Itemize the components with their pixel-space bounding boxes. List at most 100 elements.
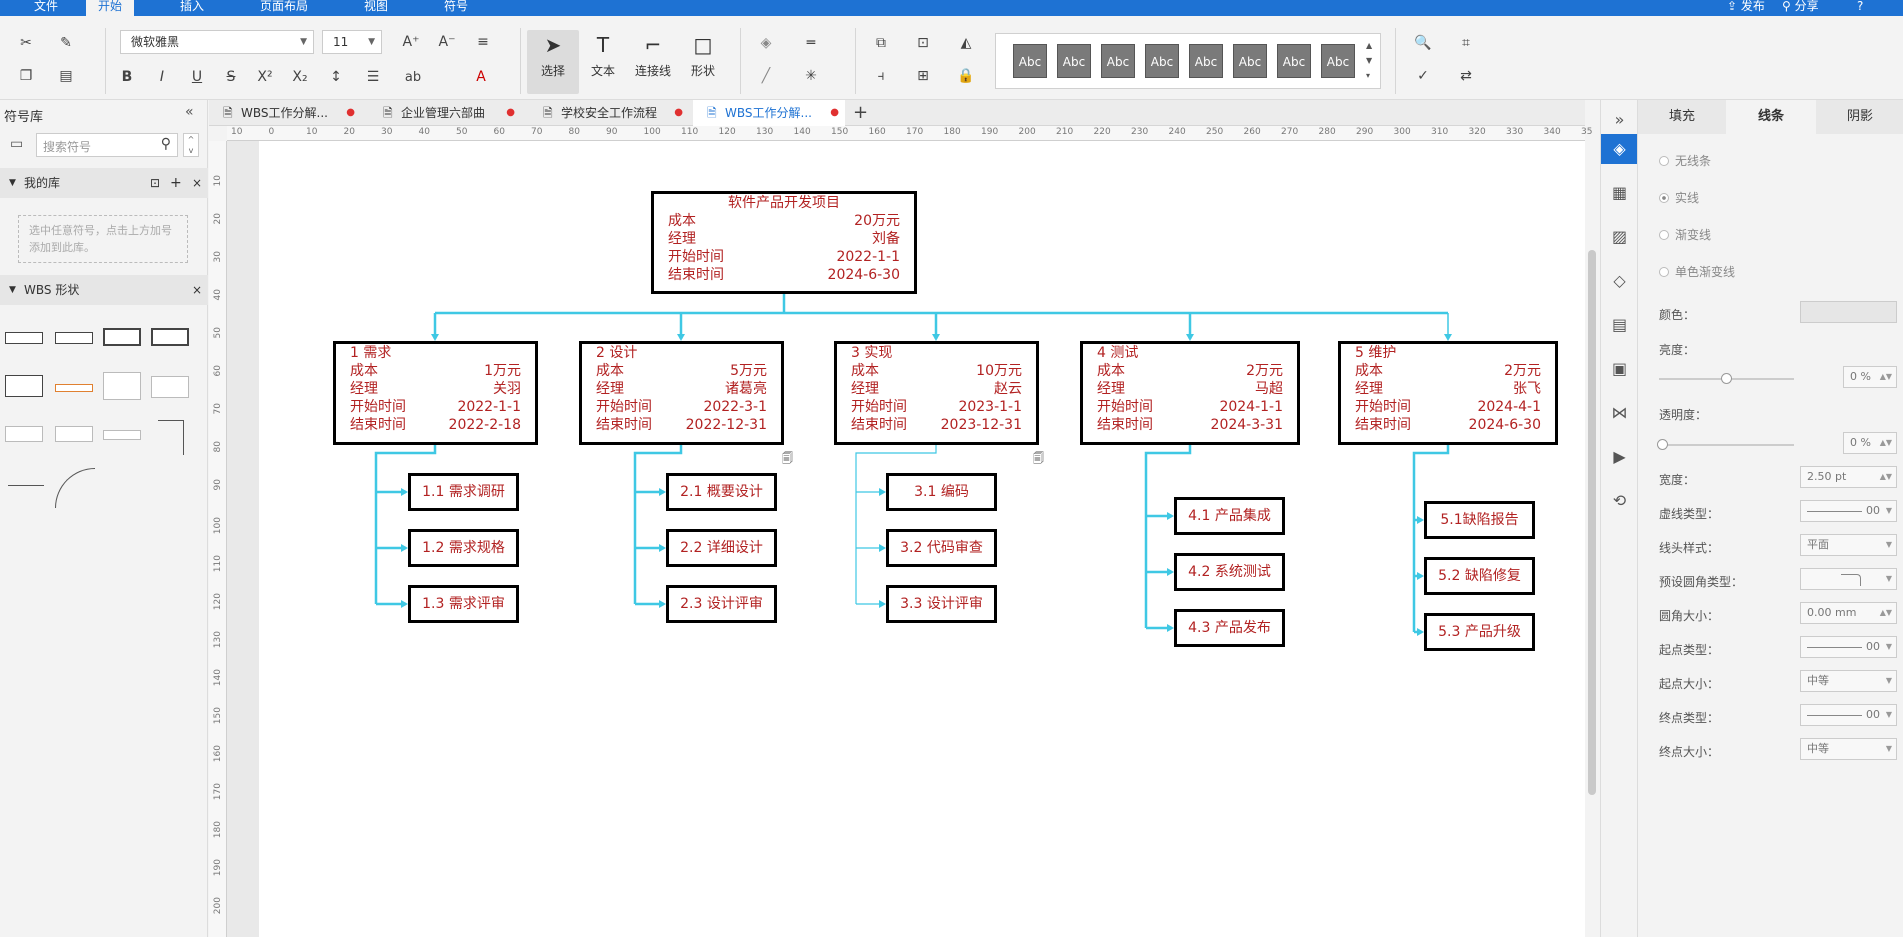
wbs-shape[interactable]	[5, 375, 43, 397]
note-icon[interactable]: 🗐	[1033, 450, 1044, 469]
style-swatch[interactable]: Abc	[1145, 44, 1179, 78]
wbs-task-node[interactable]: 2.3 设计评审	[666, 585, 777, 623]
cap-select[interactable]: 平面 ▼	[1800, 534, 1897, 556]
tab-fill[interactable]: 填充	[1638, 100, 1726, 134]
share-button[interactable]: ⚲ 分享	[1770, 0, 1831, 16]
menu-insert[interactable]: 插入	[168, 0, 216, 16]
wbs-task-node[interactable]: 1.3 需求评审	[408, 585, 519, 623]
line-spacing-icon[interactable]: ↕	[325, 66, 347, 88]
radio-solid-line[interactable]: 实线	[1659, 189, 1699, 206]
menu-home[interactable]: 开始	[86, 0, 135, 16]
my-library-section[interactable]: ▼ 我的库 ⊡ + ×	[0, 168, 208, 198]
connector-shape[interactable]	[158, 420, 184, 455]
font-size-select[interactable]: 11 ▼	[322, 30, 382, 54]
line-color-icon[interactable]: ╱	[755, 65, 777, 87]
tab-wbs-active[interactable]: 🗎 WBS工作分解... ●	[693, 100, 845, 126]
text-case-icon[interactable]: ab	[402, 66, 424, 88]
replace-icon[interactable]: ⇄	[1455, 65, 1477, 87]
add-icon[interactable]: +	[170, 168, 182, 198]
line-style-icon[interactable]: ═	[800, 32, 822, 54]
tab-shadow[interactable]: 阴影	[1816, 100, 1903, 134]
grid-icon[interactable]: ▦	[1601, 178, 1638, 208]
dash-select[interactable]: 00 ▼	[1800, 500, 1897, 522]
wbs-task-node[interactable]: 3.3 设计评审	[886, 585, 997, 623]
color-picker[interactable]	[1800, 301, 1897, 323]
brightness-input[interactable]: 0 % ▲▼	[1843, 366, 1897, 388]
connector-line[interactable]	[855, 445, 937, 604]
search-stepper[interactable]: ^ v	[183, 133, 199, 157]
underline-icon[interactable]: U	[186, 66, 208, 88]
publish-button[interactable]: ⇪ 发布	[1715, 0, 1777, 16]
close-icon[interactable]: ×	[192, 168, 202, 198]
wbs-task-node[interactable]: 1.1 需求调研	[408, 473, 519, 511]
start-type-select[interactable]: 00 ▼	[1800, 636, 1897, 658]
slider-knob[interactable]	[1721, 373, 1732, 384]
tab-wbs-1[interactable]: 🗎 WBS工作分解... ●	[209, 100, 361, 126]
font-family-select[interactable]: 微软雅黑 ▼	[120, 30, 314, 54]
wbs-shape[interactable]	[55, 426, 93, 442]
wbs-task-node[interactable]: 3.2 代码审查	[886, 529, 997, 567]
style-swatch[interactable]: Abc	[1321, 44, 1355, 78]
drawing-canvas[interactable]: 软件产品开发项目 成本 20万元 经理 刘备 开始时间 2022-1-1 结束时间 20…	[227, 141, 1585, 937]
menu-symbol[interactable]: 符号	[432, 0, 480, 16]
wbs-shape[interactable]	[5, 426, 43, 442]
note-icon[interactable]: 🗐	[782, 450, 793, 469]
start-size-select[interactable]: 中等 ▼	[1800, 670, 1897, 692]
search-icon[interactable]: ⚲	[161, 136, 171, 152]
wbs-shape[interactable]	[103, 430, 141, 440]
align-icon[interactable]: ≡	[472, 31, 494, 53]
data-icon[interactable]: ▣	[1601, 354, 1638, 384]
presentation-icon[interactable]: ▶	[1601, 442, 1638, 472]
align-left-icon[interactable]: ⫞	[870, 65, 892, 87]
effects-icon[interactable]: ✳	[800, 65, 822, 87]
wbs-task-node[interactable]: 2.1 概要设计	[666, 473, 777, 511]
wbs-shape[interactable]	[151, 328, 189, 346]
wbs-shape[interactable]	[103, 372, 141, 400]
wbs-task-node[interactable]: 4.1 产品集成	[1174, 497, 1285, 535]
wbs-task-node[interactable]: 5.1缺陷报告	[1424, 501, 1535, 539]
wbs-phase-node[interactable]: 1 需求 成本 1万元 经理 关羽 开始时间 2022-1-1 结束时间 2022-2-…	[333, 341, 538, 445]
brightness-slider[interactable]	[1659, 373, 1794, 384]
connector-line[interactable]	[633, 445, 683, 604]
wbs-shape[interactable]	[55, 384, 93, 392]
style-swatch[interactable]: Abc	[1057, 44, 1091, 78]
corner-size-input[interactable]: 0.00 mm ▲▼	[1800, 602, 1897, 624]
connector-icon[interactable]: ⋈	[1601, 398, 1638, 428]
style-swatch[interactable]: Abc	[1233, 44, 1267, 78]
paste-icon[interactable]: ▤	[55, 65, 77, 87]
wbs-root-node[interactable]: 软件产品开发项目 成本 20万元 经理 刘备 开始时间 2022-1-1 结束时间 20…	[651, 191, 917, 294]
style-swatch[interactable]: Abc	[1013, 44, 1047, 78]
transparency-input[interactable]: 0 % ▲▼	[1843, 432, 1897, 454]
flip-icon[interactable]: ◭	[955, 32, 977, 54]
menu-page-layout[interactable]: 页面布局	[248, 0, 320, 16]
grow-font-icon[interactable]: A⁺	[400, 31, 422, 53]
radio-gradient-line[interactable]: 渐变线	[1659, 226, 1711, 243]
end-size-select[interactable]: 中等 ▼	[1800, 738, 1897, 760]
wbs-shape[interactable]	[151, 376, 189, 398]
wbs-task-node[interactable]: 4.3 产品发布	[1174, 609, 1285, 647]
image-icon[interactable]: ▨	[1601, 222, 1638, 252]
new-tab-icon[interactable]: +	[853, 102, 868, 123]
style-swatch[interactable]: Abc	[1189, 44, 1223, 78]
wbs-task-node[interactable]: 2.2 详细设计	[666, 529, 777, 567]
select-tool-button[interactable]: ➤ 选择	[527, 30, 579, 94]
lock-icon[interactable]: 🔒	[955, 65, 977, 87]
page-icon[interactable]: ▤	[1601, 310, 1638, 340]
wbs-shape[interactable]	[5, 332, 43, 344]
style-panel-icon[interactable]: ◈	[1601, 134, 1638, 164]
crop-icon[interactable]: ⌗	[1455, 32, 1477, 54]
copy-icon[interactable]: ❐	[15, 65, 37, 87]
superscript-icon[interactable]: X²	[254, 66, 276, 88]
tab-school-safety[interactable]: 🗎 学校安全工作流程 ●	[529, 100, 689, 126]
wbs-task-node[interactable]: 3.1 编码	[886, 473, 997, 511]
wbs-task-node[interactable]: 5.2 缺陷修复	[1424, 557, 1535, 595]
library-menu-icon[interactable]: ▭	[10, 136, 23, 152]
menu-file[interactable]: 文件	[22, 0, 70, 16]
subscript-icon[interactable]: X₂	[289, 66, 311, 88]
layers-icon[interactable]: ◇	[1601, 266, 1638, 296]
corner-type-select[interactable]: ▼	[1800, 568, 1897, 590]
help-button[interactable]: ?	[1845, 0, 1875, 16]
history-icon[interactable]: ⟲	[1601, 486, 1638, 516]
expand-panel-icon[interactable]: »	[1601, 105, 1638, 135]
format-painter-icon[interactable]: ✎	[55, 32, 77, 54]
